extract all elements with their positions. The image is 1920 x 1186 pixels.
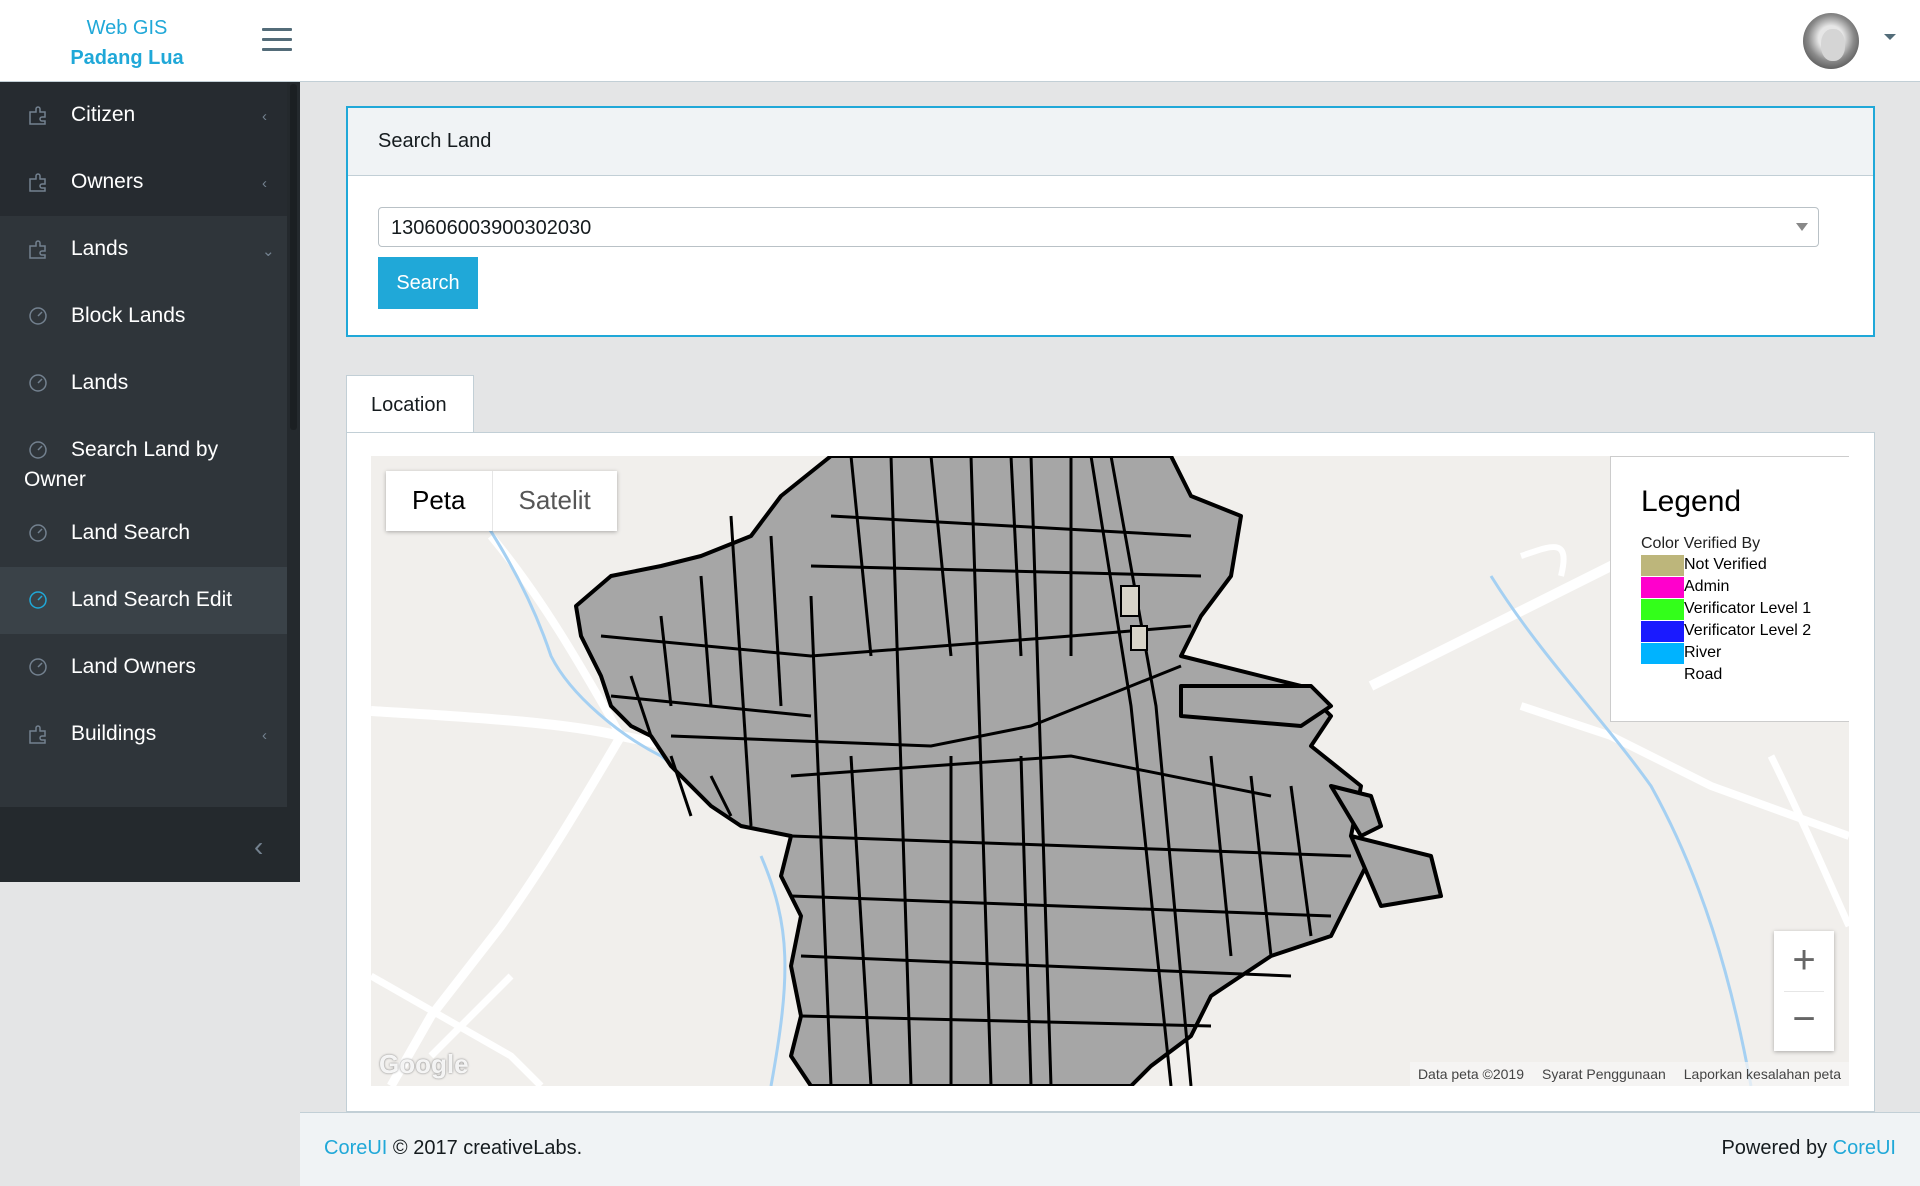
legend-swatch <box>1641 576 1684 598</box>
sidebar-item-land-owners[interactable]: Land Owners <box>0 634 287 701</box>
legend-label: Not Verified <box>1684 556 1767 573</box>
footer-coreui-link[interactable]: CoreUI <box>324 1137 387 1159</box>
zoom-out-button[interactable]: − <box>1774 992 1834 1051</box>
puzzle-icon <box>27 104 49 126</box>
selected-value: 130606003900302030 <box>391 217 592 239</box>
sidebar-item-land-search-edit[interactable]: Land Search Edit <box>0 567 287 634</box>
user-dropdown-caret-icon[interactable] <box>1884 34 1896 40</box>
puzzle-icon <box>27 723 49 745</box>
card-header: Search Land <box>348 108 1873 176</box>
scrollbar-thumb[interactable] <box>290 84 297 430</box>
footer-powered-by: Powered by CoreUI <box>1721 1137 1896 1160</box>
legend-swatch <box>1641 598 1684 620</box>
legend-swatch <box>1641 664 1684 686</box>
tab-location[interactable]: Location <box>346 375 474 433</box>
chevron-down-icon: ⌄ <box>262 243 275 260</box>
sidebar-item-label: Owners <box>71 170 144 193</box>
legend-entry: River <box>1641 642 1819 664</box>
legend-swatch <box>1641 642 1684 664</box>
chevron-left-icon[interactable]: ‹ <box>254 831 263 863</box>
legend-entry: Verificator Level 2 <box>1641 620 1819 642</box>
legend-entry: Admin <box>1641 576 1819 598</box>
map-legend: Legend Color Verified By Not Verified Ad… <box>1610 456 1849 722</box>
speedometer-icon <box>27 305 49 327</box>
sidebar-toggle-icon[interactable] <box>262 28 292 52</box>
legend-entry: Not Verified <box>1641 554 1819 576</box>
legend-label: Verificator Level 1 <box>1684 600 1812 617</box>
legend-swatch <box>1641 620 1684 642</box>
sidebar-scrollbar[interactable] <box>287 82 300 807</box>
speedometer-icon <box>27 372 49 394</box>
speedometer-icon <box>27 439 49 461</box>
sidebar-item-label: Search Land by <box>71 438 219 461</box>
zoom-in-button[interactable]: + <box>1774 931 1834 991</box>
sidebar-item-search-land-by-owner[interactable]: Search Land by Owner <box>0 417 287 500</box>
avatar[interactable] <box>1803 13 1859 69</box>
chevron-left-icon: ‹ <box>262 108 267 125</box>
sidebar-item-label: Land Search Edit <box>71 588 233 611</box>
sidebar-item-label: Buildings <box>71 722 157 745</box>
sidebar-item-land-search[interactable]: Land Search <box>0 500 287 567</box>
chevron-down-icon <box>1796 223 1808 231</box>
sidebar-item-label: Lands <box>71 237 129 260</box>
footer-powered-link[interactable]: CoreUI <box>1833 1137 1896 1159</box>
map-attribution: Data peta ©2019 Syarat Penggunaan Lapork… <box>1409 1062 1849 1086</box>
sidebar-minimizer[interactable]: ‹ <box>0 807 300 882</box>
sidebar-item-lands-group[interactable]: Lands ⌄ <box>0 216 287 283</box>
terms-link[interactable]: Syarat Penggunaan <box>1542 1066 1666 1082</box>
land-id-select[interactable]: 130606003900302030 <box>378 207 1819 247</box>
app-footer: CoreUI © 2017 creativeLabs. Powered by C… <box>300 1112 1920 1186</box>
google-logo[interactable]: Google <box>379 1049 469 1080</box>
sidebar-item-label: Lands <box>71 371 129 394</box>
search-land-card: Search Land 130606003900302030 Search <box>346 106 1875 337</box>
legend-label: Road <box>1684 666 1723 683</box>
map-type-control: Peta Satelit <box>386 471 617 531</box>
puzzle-icon <box>27 171 49 193</box>
report-error-link[interactable]: Laporkan kesalahan peta <box>1684 1066 1841 1082</box>
sidebar-item-label: Land Owners <box>71 655 196 678</box>
app-header: Web GIS Padang Lua <box>0 0 1920 82</box>
map-type-map-button[interactable]: Peta <box>386 471 493 531</box>
legend-label: River <box>1684 644 1722 661</box>
sidebar-item-label-line2: Owner <box>24 468 86 491</box>
zoom-control: + − <box>1774 931 1834 1051</box>
powered-by-text: Powered by <box>1721 1137 1828 1159</box>
sidebar-item-label: Land Search <box>71 521 191 544</box>
puzzle-icon <box>27 238 49 260</box>
sidebar-item-lands[interactable]: Lands <box>0 350 287 417</box>
speedometer-icon <box>27 589 49 611</box>
chevron-left-icon: ‹ <box>262 175 267 192</box>
brand-line2: Padang Lua <box>70 47 184 69</box>
footer-copyright: © 2017 creativeLabs. <box>392 1137 583 1159</box>
brand-logo[interactable]: Web GIS Padang Lua <box>0 0 254 82</box>
sidebar-item-label: Block Lands <box>71 304 186 327</box>
brand-line1: Web GIS <box>86 17 168 39</box>
sidebar-item-citizen[interactable]: Citizen ‹ <box>0 82 287 149</box>
map-type-satellite-button[interactable]: Satelit <box>493 471 617 531</box>
legend-entry: Verificator Level 1 <box>1641 598 1819 620</box>
speedometer-icon <box>27 656 49 678</box>
sidebar-item-block-lands[interactable]: Block Lands <box>0 283 287 350</box>
map-view[interactable]: Peta Satelit Legend Color Verified By No… <box>371 456 1849 1086</box>
speedometer-icon <box>27 522 49 544</box>
legend-subtitle: Color Verified By <box>1641 535 1761 552</box>
legend-entry: Road <box>1641 664 1819 686</box>
sidebar-item-label: Citizen <box>71 103 136 126</box>
sidebar-item-owners[interactable]: Owners ‹ <box>0 149 287 216</box>
legend-title: Legend <box>1641 485 1742 518</box>
legend-swatch <box>1641 554 1684 576</box>
sidebar: Citizen ‹ Owners ‹ Lands ⌄ Block Lands L… <box>0 82 300 882</box>
map-data-credit: Data peta ©2019 <box>1417 1066 1524 1082</box>
legend-label: Admin <box>1684 578 1730 595</box>
legend-label: Verificator Level 2 <box>1684 622 1812 639</box>
sidebar-item-buildings[interactable]: Buildings ‹ <box>0 701 287 768</box>
chevron-left-icon: ‹ <box>262 727 267 744</box>
search-button[interactable]: Search <box>378 257 478 309</box>
